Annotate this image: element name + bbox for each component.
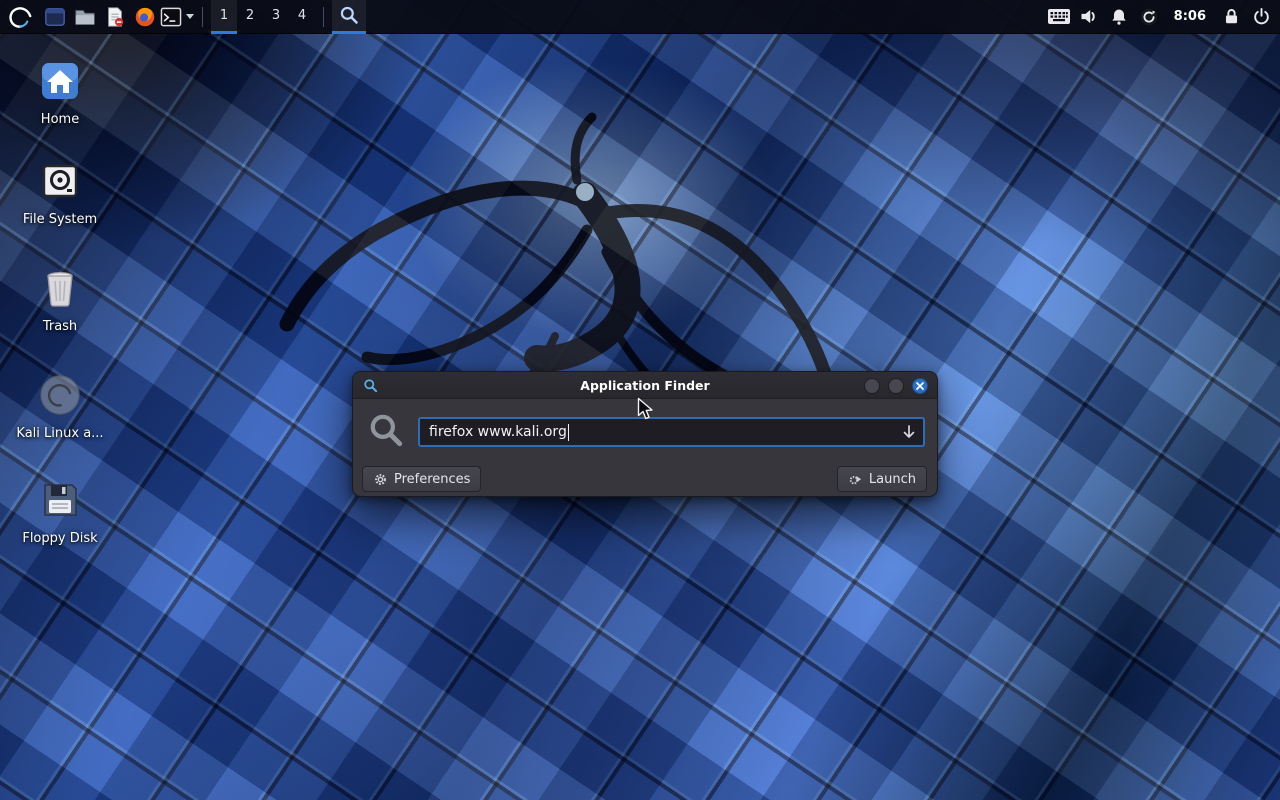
titlebar[interactable]: Application Finder	[353, 372, 937, 399]
mouse-cursor	[637, 397, 654, 425]
panel-left: 1 2 3 4	[0, 0, 366, 33]
update-arrow-icon	[1139, 7, 1159, 27]
launch-icon	[848, 472, 863, 487]
terminal-app-launcher[interactable]	[40, 0, 70, 34]
kali-disc-icon	[37, 372, 83, 418]
lock-icon	[1222, 7, 1241, 26]
volume-indicator[interactable]	[1074, 0, 1104, 34]
workspace-3-button[interactable]: 3	[263, 0, 289, 34]
workspace-switcher: 1 2 3 4	[211, 0, 315, 34]
close-icon	[916, 378, 924, 393]
terminal-dropdown-launcher[interactable]	[160, 0, 194, 34]
minimize-button[interactable]	[864, 378, 880, 394]
terminal-icon	[160, 7, 182, 27]
desktop-icon-file-system[interactable]: File System	[12, 158, 108, 227]
firefox-launcher[interactable]	[130, 0, 160, 34]
desktop-icon-label: Trash	[43, 319, 77, 334]
home-icon	[37, 58, 83, 104]
panel-clock[interactable]: 8:06	[1164, 9, 1216, 24]
search-icon	[367, 411, 405, 453]
gear-icon	[373, 472, 388, 487]
launch-label: Launch	[869, 472, 916, 487]
text-editor-launcher[interactable]	[100, 0, 130, 34]
dialog-actions: Preferences Launch	[353, 453, 937, 492]
text-caret	[568, 424, 570, 441]
preferences-label: Preferences	[394, 472, 470, 487]
workspace-2-button[interactable]: 2	[237, 0, 263, 34]
volume-icon	[1078, 6, 1099, 27]
desktop-icon-label: Floppy Disk	[22, 531, 97, 546]
power-icon	[1252, 7, 1271, 26]
workspace-4-button[interactable]: 4	[289, 0, 315, 34]
taskbar-application-finder-button[interactable]	[332, 0, 366, 34]
panel-right: 8:06	[1044, 0, 1280, 33]
desktop: 1 2 3 4	[0, 0, 1280, 800]
workspace-1-button[interactable]: 1	[211, 0, 237, 34]
keyboard-layout-indicator[interactable]	[1044, 0, 1074, 34]
chevron-down-icon	[186, 14, 194, 19]
hard-disk-icon	[37, 158, 83, 204]
desktop-icon-kali-linux[interactable]: Kali Linux a...	[12, 372, 108, 441]
search-input[interactable]: firefox www.kali.org	[418, 417, 925, 447]
dropdown-arrow-icon[interactable]	[902, 424, 916, 444]
desktop-icon-trash[interactable]: Trash	[12, 265, 108, 334]
panel-separator	[202, 7, 203, 27]
kali-menu-button[interactable]	[0, 0, 40, 34]
folder-icon	[74, 6, 96, 28]
terminal-app-icon	[44, 6, 66, 28]
lock-screen-button[interactable]	[1216, 0, 1246, 34]
document-icon	[104, 6, 126, 28]
preferences-button[interactable]: Preferences	[362, 466, 481, 492]
search-input-value: firefox www.kali.org	[429, 424, 567, 440]
desktop-icon-label: Home	[41, 112, 79, 127]
desktop-icon-home[interactable]: Home	[12, 58, 108, 127]
application-finder-window: Application Finder	[352, 371, 938, 497]
top-panel: 1 2 3 4	[0, 0, 1280, 34]
search-icon	[339, 5, 359, 25]
floppy-icon	[37, 477, 83, 523]
desktop-icon-floppy-disk[interactable]: Floppy Disk	[12, 477, 108, 546]
firefox-icon	[134, 6, 156, 28]
trash-icon	[37, 265, 83, 311]
keyboard-icon	[1047, 8, 1071, 25]
bell-icon	[1109, 7, 1129, 27]
desktop-icon-label: File System	[23, 212, 97, 227]
panel-separator	[323, 7, 324, 27]
window-title: Application Finder	[353, 372, 937, 399]
updates-indicator[interactable]	[1134, 0, 1164, 34]
kali-logo-icon	[7, 4, 33, 30]
logout-button[interactable]	[1246, 0, 1276, 34]
close-button[interactable]	[912, 378, 928, 394]
launch-button[interactable]: Launch	[837, 466, 927, 492]
desktop-icon-label: Kali Linux a...	[16, 426, 103, 441]
maximize-button[interactable]	[888, 378, 904, 394]
notifications-indicator[interactable]	[1104, 0, 1134, 34]
file-manager-launcher[interactable]	[70, 0, 100, 34]
window-controls	[864, 378, 928, 394]
